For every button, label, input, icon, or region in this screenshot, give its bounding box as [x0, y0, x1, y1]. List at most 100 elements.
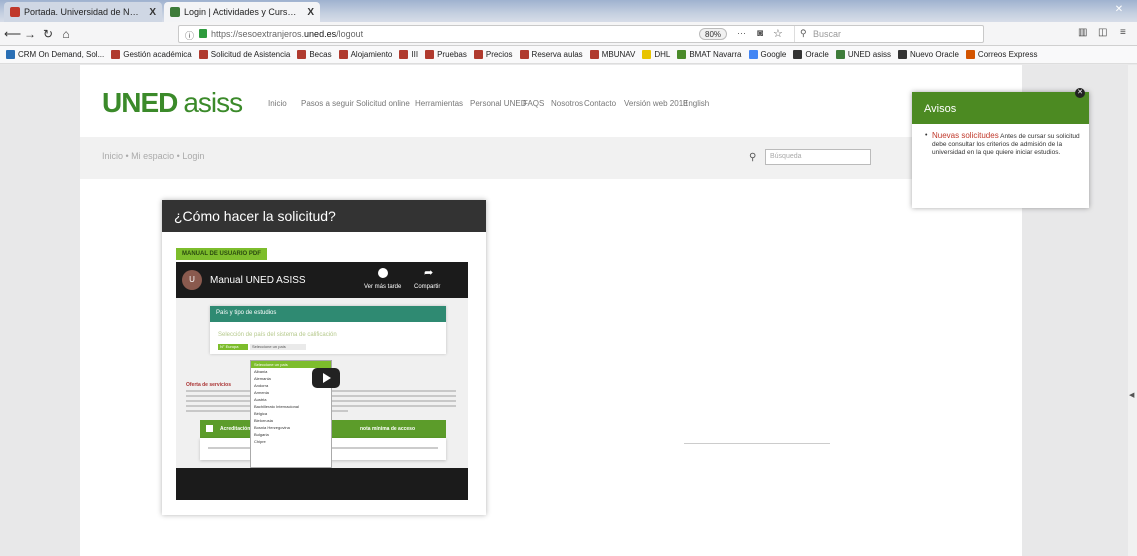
country-option: Bielorrusia: [254, 418, 273, 423]
bookmark-item[interactable]: MBUNAV: [589, 50, 636, 59]
lock-icon[interactable]: [199, 29, 207, 38]
nav-item[interactable]: Nosotros: [551, 99, 583, 108]
video-title[interactable]: Manual UNED ASISS: [210, 275, 306, 286]
bookmark-item[interactable]: III: [399, 50, 418, 59]
sidebar-icon[interactable]: ◫: [1098, 27, 1107, 38]
video-player[interactable]: U Manual UNED ASISS Ver más tarde ➦ Comp…: [176, 262, 468, 500]
menu-icon[interactable]: ≡: [1120, 27, 1126, 38]
back-icon[interactable]: ⟵: [4, 25, 21, 43]
watch-later-icon[interactable]: [378, 268, 388, 278]
share-icon[interactable]: ➦: [424, 266, 433, 279]
tab-favicon-icon: [170, 7, 180, 17]
bookmark-folder-icon: [425, 50, 435, 59]
more-actions-icon[interactable]: ···: [737, 28, 746, 38]
nav-item[interactable]: Contacto: [584, 99, 616, 108]
bookmark-label: Gestión académica: [123, 50, 192, 59]
close-icon[interactable]: ✕: [1075, 88, 1085, 98]
bookmark-label: Pruebas: [437, 50, 467, 59]
play-button-icon[interactable]: [312, 368, 340, 388]
bookmark-label: Correos Express: [977, 50, 1038, 59]
bookmark-folder-icon: [677, 50, 687, 59]
tab-universidad-navarra[interactable]: Portada. Universidad de Navarra X: [4, 2, 162, 22]
nav-item[interactable]: Pasos a seguir: [301, 99, 354, 108]
tab-close-icon[interactable]: X: [307, 7, 314, 18]
bookmark-folder-icon: [748, 50, 758, 59]
bookmark-label: Nuevo Oracle: [910, 50, 959, 59]
uned-asiss-logo[interactable]: UNED asiss: [102, 87, 243, 119]
search-placeholder: Buscar: [813, 29, 842, 39]
zoom-level[interactable]: 80%: [699, 28, 728, 40]
notices-popup: Avisos Nuevas solicitudes Antes de cursa…: [912, 92, 1089, 208]
watch-later-label[interactable]: Ver más tarde: [364, 284, 401, 290]
url-text[interactable]: https://sesoextranjeros.uned.es/logout: [211, 29, 363, 39]
bookmark-label: Solicitud de Asistencia: [210, 50, 291, 59]
search-icon[interactable]: ⚲: [749, 152, 756, 163]
bookmark-label: Google: [760, 50, 787, 59]
nav-item[interactable]: Herramientas: [415, 99, 463, 108]
bookmark-item[interactable]: Oracle: [793, 50, 829, 59]
bookmark-folder-icon: [589, 50, 599, 59]
forward-icon[interactable]: →: [22, 25, 38, 43]
nav-item[interactable]: Versión web 2018: [624, 99, 688, 108]
bookmark-star-icon[interactable]: ☆: [773, 27, 783, 40]
home-icon[interactable]: ⌂: [58, 25, 74, 43]
bookmark-item[interactable]: DHL: [642, 50, 670, 59]
browser-search-input[interactable]: ⚲ Buscar: [794, 26, 984, 42]
country-option: Bélgica: [254, 411, 268, 416]
nav-item[interactable]: Inicio: [268, 99, 287, 108]
bookmark-label: DHL: [654, 50, 671, 59]
video-frame-green-left: Acreditación: [220, 426, 251, 432]
scroll-left-icon[interactable]: ◀: [1129, 391, 1134, 399]
notices-title: Avisos: [912, 92, 1089, 124]
bookmark-item[interactable]: Precios: [473, 50, 513, 59]
bookmark-item[interactable]: Gestión académica: [111, 50, 192, 59]
bookmark-label: Oracle: [805, 50, 829, 59]
bookmark-item[interactable]: Correos Express: [965, 50, 1038, 59]
tab-uned-login[interactable]: Login | Actividades y Cursos | UNED X: [164, 2, 320, 22]
pdf-manual-button[interactable]: MANUAL DE USUARIO PDF: [176, 248, 267, 260]
web-page: UNED asiss Inicio Pasos a seguir Solicitud …: [80, 65, 1022, 556]
bookmark-folder-icon: [297, 50, 307, 59]
tab-title: Portada. Universidad de Navarra: [24, 7, 144, 17]
window-close-icon[interactable]: ✕: [1109, 4, 1129, 18]
nav-item[interactable]: Personal UNED: [470, 99, 526, 108]
notices-link[interactable]: Nuevas solicitudes: [932, 131, 999, 140]
bookmark-item[interactable]: Alojamiento: [338, 50, 392, 59]
bookmark-item[interactable]: Solicitud de Asistencia: [198, 50, 291, 59]
country-option: Bachillerato Internacional: [254, 404, 299, 409]
bookmark-item[interactable]: CRM On Demand, Sol...: [6, 50, 104, 59]
page-viewport: UNED asiss Inicio Pasos a seguir Solicitud …: [0, 65, 1137, 556]
reload-icon[interactable]: ↻: [40, 25, 56, 43]
bookmark-item[interactable]: Reserva aulas: [519, 50, 583, 59]
bookmark-item[interactable]: Google: [748, 50, 787, 59]
pocket-icon[interactable]: ◙: [757, 28, 763, 39]
country-option: Chipre: [254, 439, 266, 444]
bookmark-item[interactable]: Pruebas: [425, 50, 467, 59]
video-header: U Manual UNED ASISS Ver más tarde ➦ Comp…: [176, 262, 468, 298]
library-icon[interactable]: ▥: [1078, 27, 1087, 38]
tab-close-icon[interactable]: X: [149, 7, 156, 18]
bookmark-item[interactable]: UNED asiss: [835, 50, 891, 59]
bookmark-folder-icon: [793, 50, 803, 59]
bookmark-label: Precios: [485, 50, 513, 59]
nav-item[interactable]: FAQS: [523, 99, 544, 108]
nav-item[interactable]: English: [683, 99, 709, 108]
bookmark-item[interactable]: BMAT Navarra: [677, 50, 742, 59]
share-label[interactable]: Compartir: [414, 284, 440, 290]
site-search-input[interactable]: Búsqueda: [765, 149, 871, 165]
navigation-bar: ⟵ → ↻ ⌂ ⓘ https://sesoextranjeros.uned.e…: [0, 22, 1137, 46]
country-option: Armenia: [254, 390, 269, 395]
search-icon: ⚲: [800, 28, 807, 38]
tab-favicon-icon: [10, 7, 20, 17]
channel-avatar[interactable]: U: [182, 270, 202, 290]
bookmark-folder-icon: [338, 50, 348, 59]
bookmark-item[interactable]: Nuevo Oracle: [898, 50, 959, 59]
url-bar[interactable]: ⓘ https://sesoextranjeros.uned.es/logout…: [178, 25, 984, 43]
nav-item[interactable]: Solicitud online: [356, 99, 410, 108]
bookmark-item[interactable]: Becas: [297, 50, 332, 59]
breadcrumb[interactable]: Inicio • Mi espacio • Login: [102, 151, 204, 161]
bookmark-label: BMAT Navarra: [689, 50, 742, 59]
scrollbar[interactable]: ◀: [1128, 65, 1137, 556]
bookmark-label: MBUNAV: [601, 50, 636, 59]
info-icon[interactable]: ⓘ: [185, 29, 194, 42]
